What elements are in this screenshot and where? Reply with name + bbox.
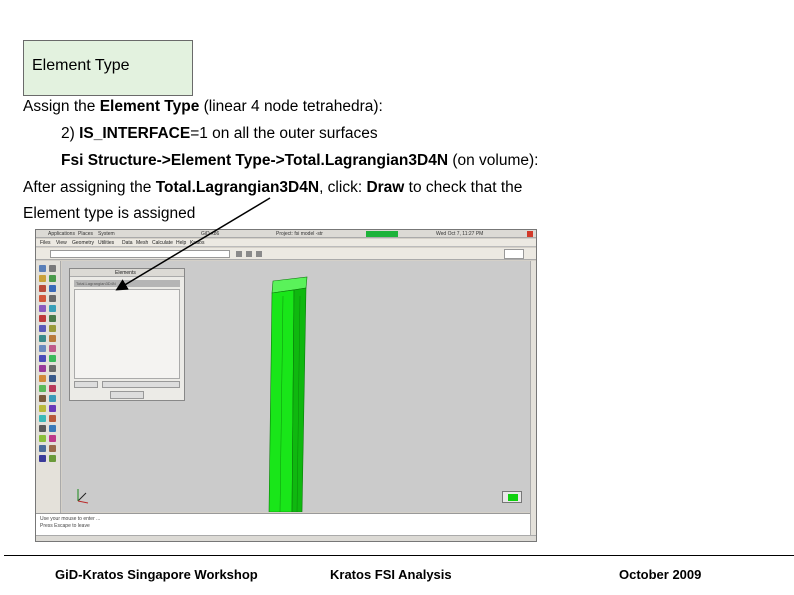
footer-right: October 2009 xyxy=(619,567,702,582)
annotation-overlay xyxy=(115,197,271,291)
footer-center: Kratos FSI Analysis xyxy=(330,567,452,582)
pointer-arrow xyxy=(115,197,271,291)
footer-divider xyxy=(4,555,794,556)
footer-left: GiD-Kratos Singapore Workshop xyxy=(55,567,258,582)
